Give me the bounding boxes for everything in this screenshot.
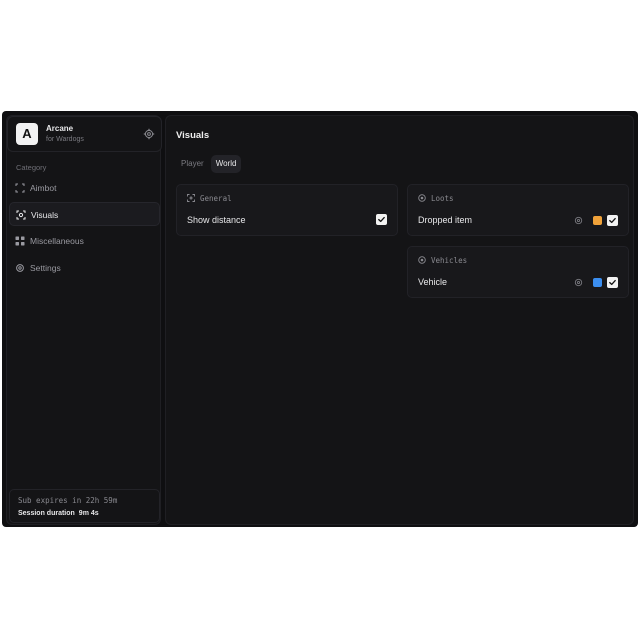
sidebar-item-aimbot[interactable]: Aimbot	[9, 176, 160, 200]
app-name: Arcane	[46, 124, 74, 133]
target-icon	[418, 256, 426, 264]
card-loots: Loots Dropped item	[407, 184, 629, 236]
card-title: Loots	[418, 194, 454, 203]
sidebar-item-label: Aimbot	[30, 183, 57, 193]
vehicle-label: Vehicle	[418, 277, 448, 287]
session-value: 9m 4s	[78, 510, 99, 517]
gear-icon	[16, 264, 24, 272]
show-distance-checkbox[interactable]	[376, 214, 387, 225]
target-icon	[418, 194, 426, 202]
check-icon	[609, 279, 616, 286]
sidebar-item-settings[interactable]: Settings	[9, 256, 160, 280]
vehicle-checkbox[interactable]	[607, 277, 618, 288]
card-general: General Show distance	[176, 184, 398, 236]
show-distance-label: Show distance	[187, 215, 246, 225]
card-title-text: General	[200, 194, 232, 203]
app-logo: A	[16, 123, 38, 145]
sidebar-item-visuals[interactable]: Visuals	[9, 202, 160, 226]
sidebar-item-label: Miscellaneous	[30, 236, 84, 246]
card-title: General	[187, 194, 232, 203]
sub-expires-text: Sub expires in 22h 59m	[18, 496, 118, 505]
page-title: Visuals	[176, 130, 210, 141]
card-title-text: Vehicles	[431, 256, 468, 265]
main-panel: Visuals Player World General Show distanc…	[165, 115, 634, 525]
tab-player[interactable]: Player	[176, 155, 209, 173]
card-title: Vehicles	[418, 256, 467, 265]
app-subtitle: for Wardogs	[46, 136, 84, 143]
sidebar: A Arcane for Wardogs Category Aimbot Vis…	[6, 115, 162, 525]
eye-scan-icon	[16, 210, 26, 220]
color-swatch[interactable]	[593, 216, 602, 225]
tab-bar: Player World	[176, 153, 243, 173]
session-duration: Session duration 9m 4s	[18, 510, 99, 517]
gear-icon[interactable]	[574, 216, 583, 225]
card-title-text: Loots	[431, 194, 454, 203]
dropped-item-checkbox[interactable]	[607, 215, 618, 226]
check-icon	[378, 216, 385, 223]
subscription-footer: Sub expires in 22h 59m Session duration 9…	[9, 489, 160, 523]
color-swatch[interactable]	[593, 278, 602, 287]
sidebar-item-miscellaneous[interactable]: Miscellaneous	[9, 229, 160, 253]
category-label: Category	[16, 163, 47, 172]
gear-icon[interactable]	[143, 128, 155, 140]
crosshair-icon	[187, 194, 195, 202]
session-label: Session duration	[18, 510, 75, 517]
crosshair-icon	[15, 183, 25, 193]
brand-header: A Arcane for Wardogs	[7, 116, 162, 152]
grid-icon	[15, 236, 25, 246]
gear-icon[interactable]	[574, 278, 583, 287]
dropped-item-label: Dropped item	[418, 215, 473, 225]
sidebar-item-label: Visuals	[31, 210, 59, 220]
tab-world[interactable]: World	[210, 155, 242, 173]
app-window: A Arcane for Wardogs Category Aimbot Vis…	[2, 111, 638, 527]
sidebar-item-label: Settings	[30, 263, 61, 273]
card-vehicles: Vehicles Vehicle	[407, 246, 629, 298]
check-icon	[609, 217, 616, 224]
